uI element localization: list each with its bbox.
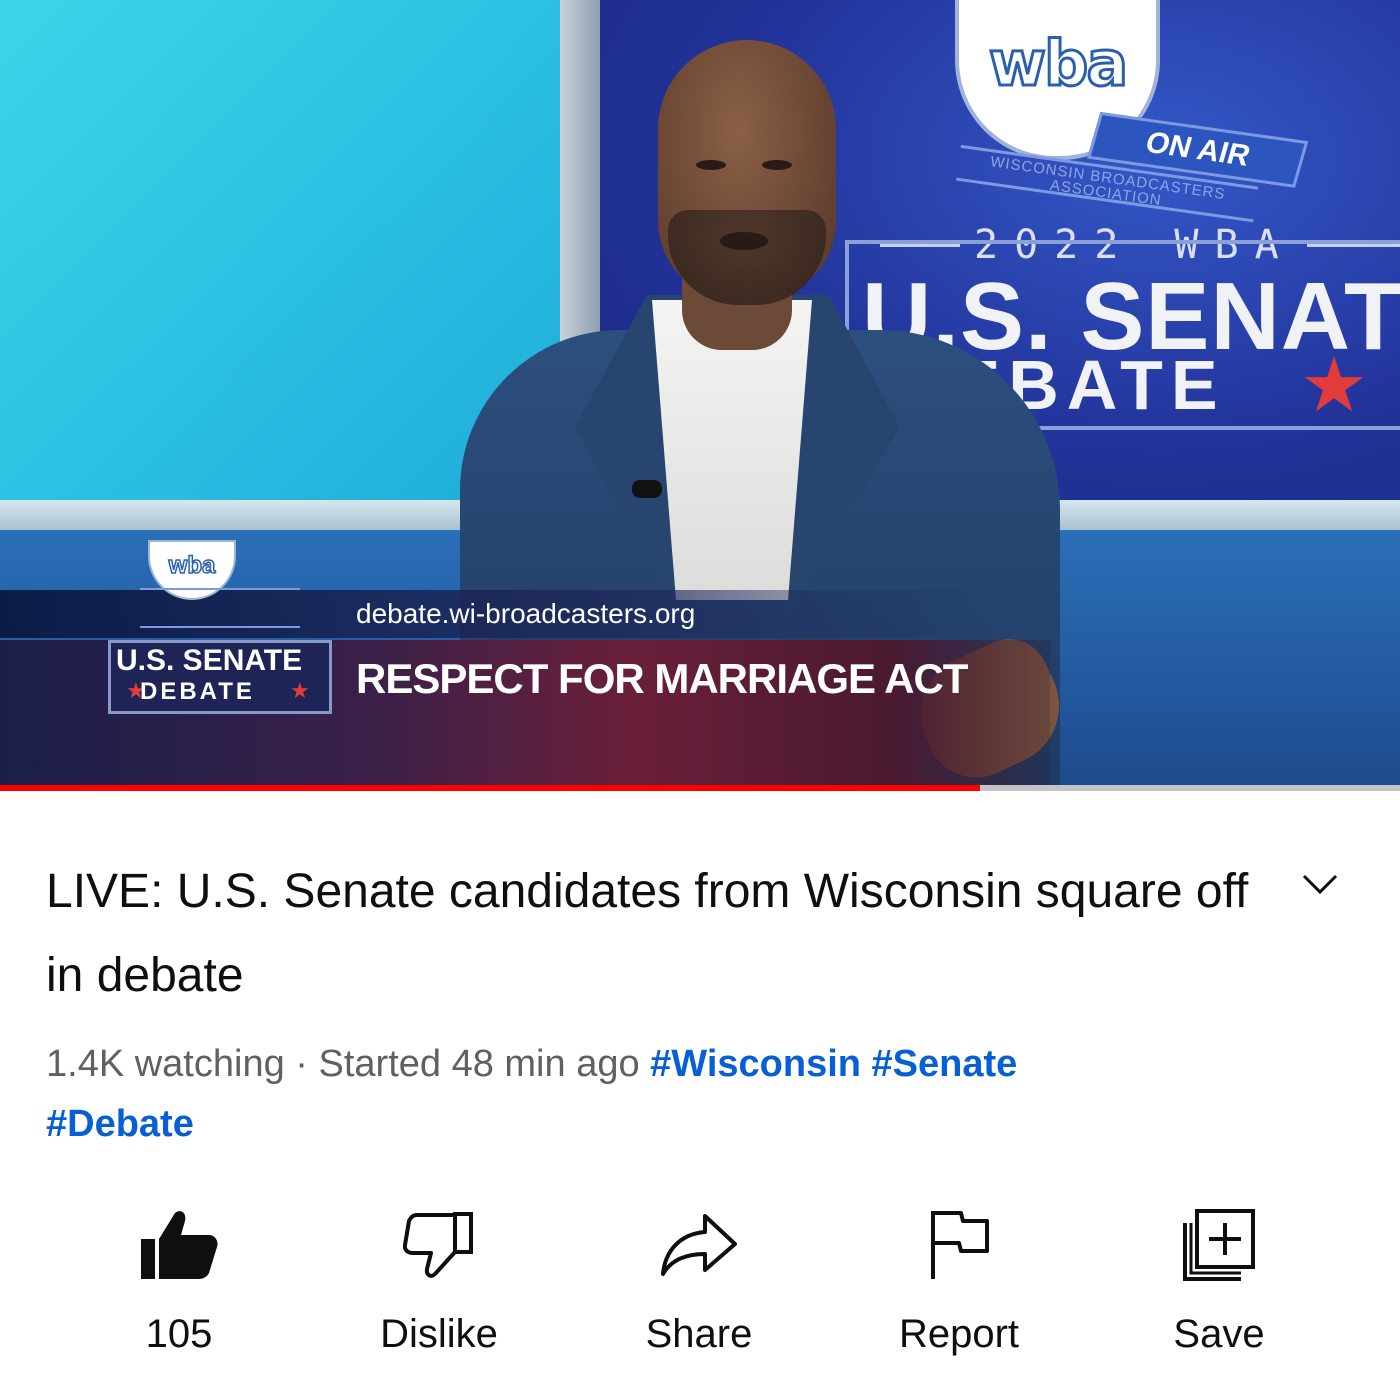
hashtag-wisconsin[interactable]: #Wisconsin <box>650 1043 861 1085</box>
lapel-mic <box>632 480 662 498</box>
lower-third-logo-senate: U.S. SENATE <box>116 644 303 677</box>
save-label: Save <box>1173 1312 1265 1356</box>
playlist-add-icon <box>1174 1200 1264 1290</box>
thumbs-down-icon <box>394 1200 484 1290</box>
video-player[interactable]: wba ON AIR WISCONSIN BROADCASTERS ASSOCI… <box>0 0 1400 790</box>
lower-third-url: debate.wi-broadcasters.org <box>356 598 696 629</box>
video-title[interactable]: LIVE: U.S. Senate candidates from Wiscon… <box>46 850 1256 1018</box>
star-icon: ★ <box>1300 343 1369 428</box>
thumbs-up-filled-icon <box>134 1200 224 1290</box>
dislike-label: Dislike <box>380 1312 498 1356</box>
save-button[interactable]: Save <box>1094 1200 1344 1360</box>
share-icon <box>654 1200 744 1290</box>
video-progress-bar[interactable] <box>0 785 1400 791</box>
share-label: Share <box>645 1312 753 1356</box>
meta-separator: · <box>284 1043 319 1085</box>
lower-third-headline: RESPECT FOR MARRIAGE ACT <box>356 655 968 702</box>
flag-icon <box>914 1200 1004 1290</box>
share-button[interactable]: Share <box>574 1200 824 1360</box>
hashtag-senate[interactable]: #Senate <box>872 1043 1018 1085</box>
on-air-label: ON AIR <box>1141 126 1254 173</box>
chevron-down-icon <box>1302 874 1338 895</box>
action-bar: 105 Dislike Share Report Save <box>54 1200 1344 1360</box>
star-icon: ★ <box>290 678 310 703</box>
lower-third-logo-debate: DEBATE <box>140 678 255 705</box>
video-progress-fill <box>0 785 980 791</box>
report-button[interactable]: Report <box>834 1200 1084 1360</box>
like-count: 105 <box>145 1312 213 1356</box>
lower-third-ribbon <box>140 588 300 628</box>
dislike-button[interactable]: Dislike <box>314 1200 564 1360</box>
expand-description-button[interactable] <box>1300 870 1340 900</box>
watching-count: 1.4K watching <box>46 1043 285 1085</box>
hashtag-debate[interactable]: #Debate <box>46 1103 194 1145</box>
report-label: Report <box>898 1312 1020 1356</box>
video-meta: 1.4K watching · Started 48 min ago #Wisc… <box>46 1034 1346 1154</box>
lower-third-wba-text: wba <box>168 551 216 580</box>
started-time: Started 48 min ago <box>318 1043 640 1085</box>
like-button[interactable]: 105 <box>54 1200 304 1360</box>
